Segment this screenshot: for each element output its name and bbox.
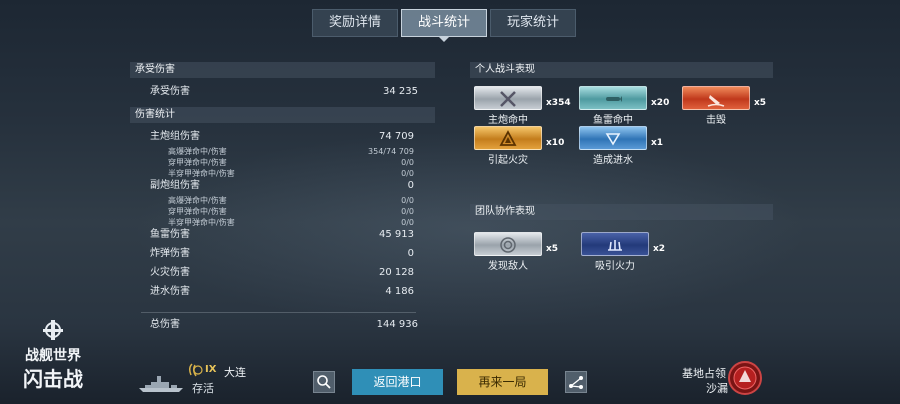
damage-stat-label: 主炮组伤害 <box>150 131 200 142</box>
team-medal-label: 发现敌人 <box>488 261 528 272</box>
damage-stat-label: 高爆弹命中/伤害 <box>168 147 227 156</box>
received-label: 承受伤害 <box>150 86 190 97</box>
damage-stats-header: 伤害统计 <box>130 107 435 123</box>
ship-icon <box>137 372 185 394</box>
search-icon <box>317 375 331 389</box>
personal-medal-ribbon[interactable] <box>579 126 647 150</box>
logo-line1: 战舰世界 <box>25 347 82 364</box>
ship-status: 存活 <box>192 382 214 395</box>
damage-stat-label: 高爆弹命中/伤害 <box>168 196 227 205</box>
personal-medal-count: x10 <box>546 138 565 148</box>
tab-player-stats[interactable]: 玩家统计 <box>490 9 577 37</box>
map-name-label: 沙漏 <box>706 382 728 395</box>
ship-name: 大连 <box>224 366 246 379</box>
tab-rewards[interactable]: 奖励详情 <box>312 9 399 37</box>
logo-line2: 闪击战 <box>23 367 83 391</box>
damage-substat-row: 高爆弹命中/伤害 354/74 709 <box>168 146 414 157</box>
damage-substat-row: 半穿甲弹命中/伤害 0/0 <box>168 217 414 228</box>
damage-stat-label: 进水伤害 <box>150 286 190 297</box>
personal-medal-count: x20 <box>651 98 670 108</box>
tab-bar: 奖励详情 战斗统计 玩家统计 <box>312 9 577 42</box>
personal-medal-label: 主炮命中 <box>488 115 528 126</box>
damage-stat-value: 0 <box>407 180 414 191</box>
damage-stat-value: 0/0 <box>401 218 414 227</box>
personal-medal-label: 造成进水 <box>593 155 633 166</box>
capture-mode-icon <box>727 360 763 396</box>
damage-stat-value: 354/74 709 <box>368 147 414 156</box>
flooding-icon <box>605 133 621 146</box>
personal-medal-ribbon[interactable] <box>579 86 647 110</box>
damage-stat-label: 鱼雷伤害 <box>150 229 190 240</box>
personal-medal-ribbon[interactable] <box>474 86 542 110</box>
damage-stat-row: 火灾伤害 20 128 <box>150 266 414 280</box>
damage-substat-row: 高爆弹命中/伤害 0/0 <box>168 195 414 206</box>
search-button[interactable] <box>313 371 335 393</box>
team-medal-count: x2 <box>653 244 666 254</box>
damage-substat-row: 穿甲弹命中/伤害 0/0 <box>168 206 414 217</box>
team-medal-label: 吸引火力 <box>595 261 635 272</box>
sinking-ship-icon <box>707 95 725 107</box>
damage-stat-row: 炸弹伤害 0 <box>150 247 414 261</box>
share-icon <box>569 376 583 389</box>
damage-stat-label: 穿甲弹命中/伤害 <box>168 158 227 167</box>
damage-stat-value: 0/0 <box>401 169 414 178</box>
damage-stat-label: 半穿甲弹命中/伤害 <box>168 218 235 227</box>
damage-stat-label: 炸弹伤害 <box>150 248 190 259</box>
damage-stat-value: 45 913 <box>379 229 414 240</box>
tab-battle-stats[interactable]: 战斗统计 <box>401 9 488 42</box>
personal-medal-label: 鱼雷命中 <box>593 115 633 126</box>
damage-substat-row: 半穿甲弹命中/伤害 0/0 <box>168 168 414 179</box>
damage-stat-row: 进水伤害 4 186 <box>150 285 414 299</box>
damage-stat-row: 鱼雷伤害 45 913 <box>150 228 414 242</box>
share-button[interactable] <box>565 371 587 393</box>
game-mode-label: 基地占领 <box>682 367 726 380</box>
personal-medal-count: x1 <box>651 138 664 148</box>
damage-stat-row: 主炮组伤害 74 709 <box>150 130 414 144</box>
personal-medal-count: x354 <box>546 98 571 108</box>
received-row: 承受伤害 34 235 <box>150 85 418 99</box>
team-medal-ribbon[interactable] <box>581 232 649 256</box>
personal-medal-ribbon[interactable] <box>474 126 542 150</box>
ship-tier: IX <box>205 364 217 375</box>
return-to-port-button[interactable]: 返回港口 <box>352 369 443 395</box>
damage-stat-label: 穿甲弹命中/伤害 <box>168 207 227 216</box>
personal-medal-count: x5 <box>754 98 767 108</box>
damage-stat-label: 副炮组伤害 <box>150 180 200 191</box>
damage-stat-value: 0/0 <box>401 158 414 167</box>
play-again-button[interactable]: 再来一局 <box>457 369 548 395</box>
received-header: 承受伤害 <box>130 62 435 78</box>
divider <box>141 312 416 313</box>
damage-stat-value: 0/0 <box>401 207 414 216</box>
damage-stat-label: 火灾伤害 <box>150 267 190 278</box>
damage-stat-value: 74 709 <box>379 131 414 142</box>
damage-stat-label: 半穿甲弹命中/伤害 <box>168 169 235 178</box>
tanking-icon <box>608 240 622 251</box>
personal-header: 个人战斗表现 <box>470 62 773 78</box>
damage-stat-value: 0 <box>407 248 414 259</box>
personal-medal-ribbon[interactable] <box>682 86 750 110</box>
crossed-guns-icon <box>500 91 516 107</box>
total-damage-value: 144 936 <box>376 319 418 330</box>
team-medal-ribbon[interactable] <box>474 232 542 256</box>
background <box>0 0 900 404</box>
team-header: 团队协作表现 <box>470 204 773 220</box>
torpedo-icon <box>606 96 622 102</box>
damage-stat-value: 0/0 <box>401 196 414 205</box>
received-value: 34 235 <box>383 86 418 97</box>
damage-stat-row: 副炮组伤害 0 <box>150 179 414 193</box>
total-damage-label: 总伤害 <box>150 319 180 330</box>
personal-medal-label: 击毁 <box>706 115 726 126</box>
total-damage-row: 总伤害 144 936 <box>150 318 418 332</box>
personal-medal-label: 引起火灾 <box>488 155 528 166</box>
damage-substat-row: 穿甲弹命中/伤害 0/0 <box>168 157 414 168</box>
damage-stat-value: 4 186 <box>385 286 414 297</box>
spotting-icon <box>500 237 516 253</box>
fire-icon <box>499 130 517 146</box>
team-medal-count: x5 <box>546 244 559 254</box>
damage-stat-value: 20 128 <box>379 267 414 278</box>
game-logo: 战舰世界 闪击战 <box>18 318 88 394</box>
